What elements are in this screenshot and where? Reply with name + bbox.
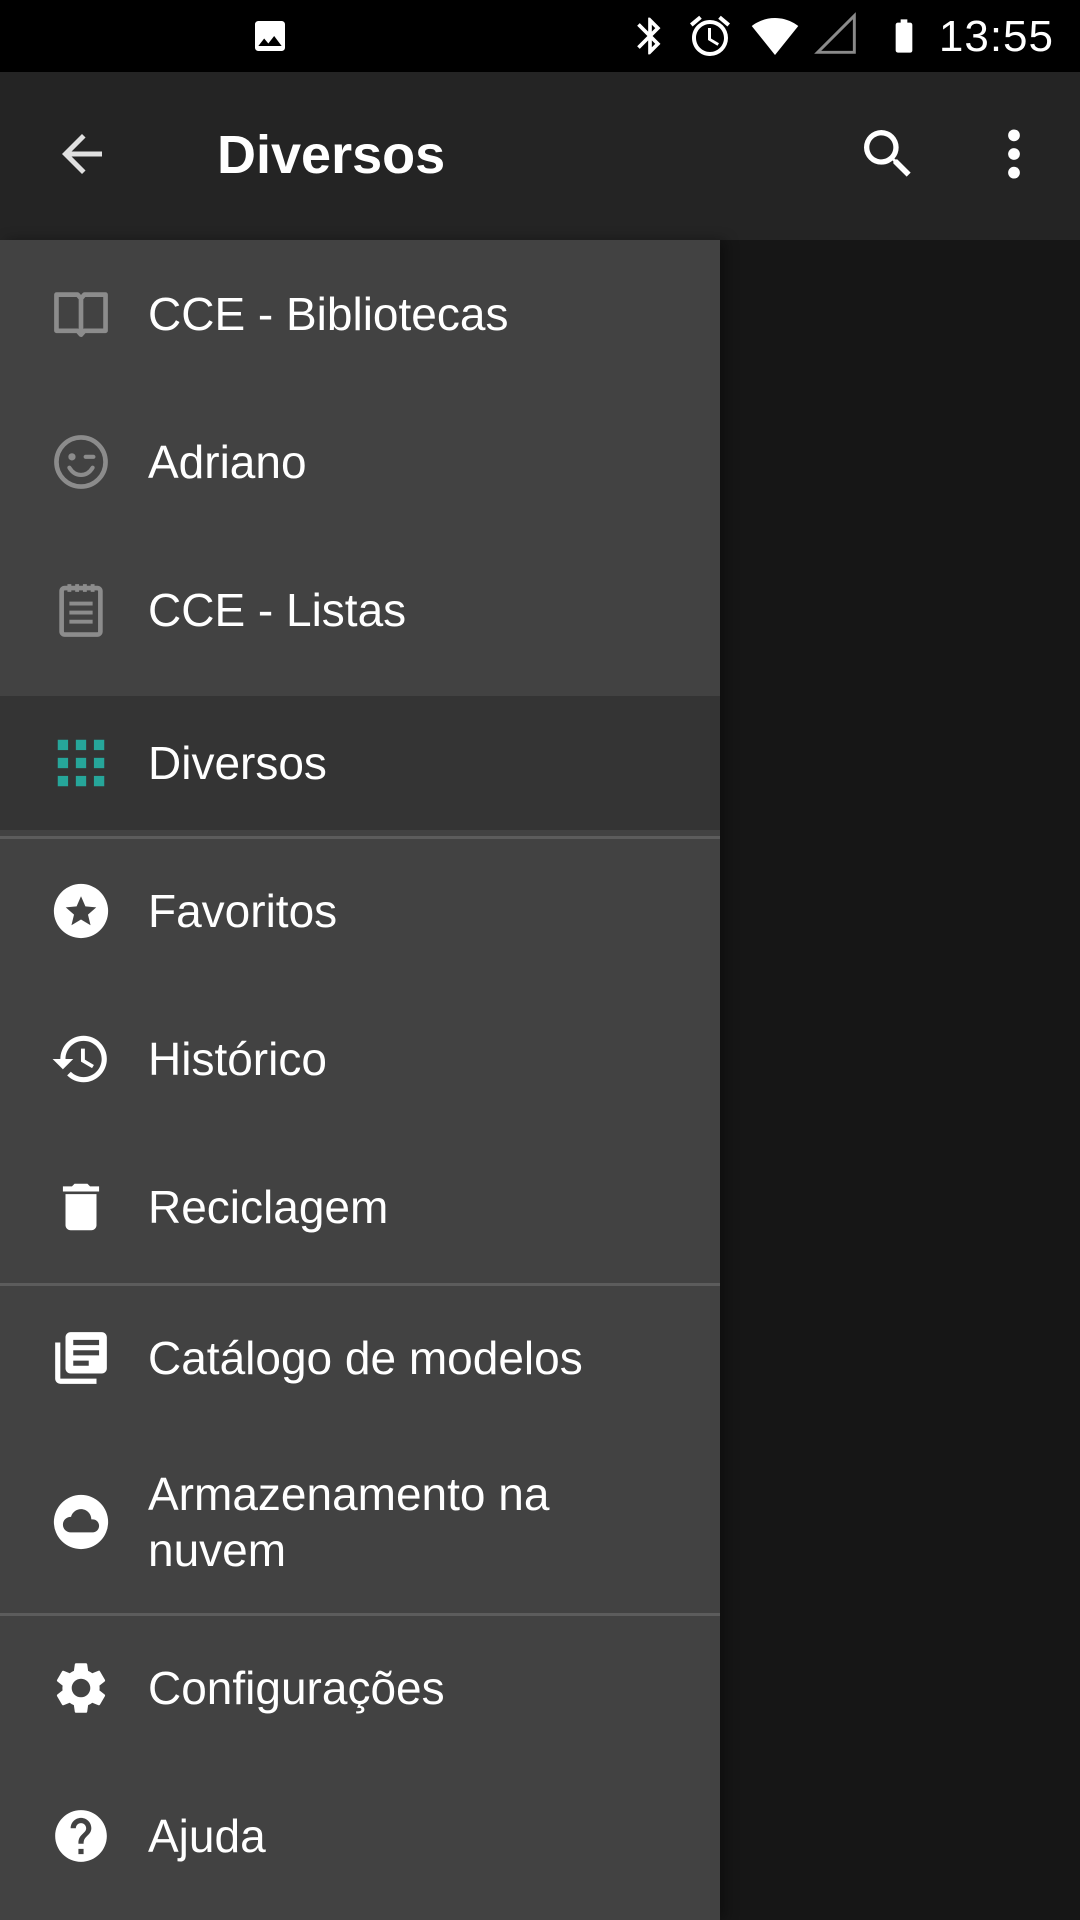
drawer-item-label: Favoritos [148, 885, 338, 937]
drawer-item-ajuda[interactable]: Ajuda [0, 1762, 720, 1910]
drawer-item-cce-bibliotecas[interactable]: CCE - Bibliotecas [0, 240, 720, 388]
bluetooth-icon [637, 17, 661, 55]
library-books-icon [55, 1332, 107, 1384]
status-time: 13:55 [938, 12, 1054, 61]
drawer-item-historico[interactable]: Histórico [0, 985, 720, 1133]
navigation-drawer: CCE - Bibliotecas Adriano CCE - Listas D… [0, 240, 720, 1920]
drawer-item-diversos[interactable]: Diversos [0, 696, 720, 830]
help-circle-icon [55, 1810, 107, 1862]
status-bar: 13:55 [0, 0, 1080, 72]
drawer-item-armazenamento-na-nuvem[interactable]: Armazenamento na nuvem [0, 1432, 720, 1612]
drawer-item-favoritos[interactable]: Favoritos [0, 837, 720, 985]
drawer-item-catalogo-de-modelos[interactable]: Catálogo de modelos [0, 1284, 720, 1432]
drawer-item-reciclagem[interactable]: Reciclagem [0, 1133, 720, 1281]
image-icon [255, 21, 285, 51]
drawer-item-label: Catálogo de modelos [148, 1332, 583, 1384]
battery-icon [895, 19, 913, 53]
grid-apps-icon [57, 739, 105, 787]
signal-icon [814, 12, 856, 54]
cloud-circle-icon [53, 1494, 109, 1550]
history-icon [52, 1035, 107, 1083]
trash-icon [62, 1183, 100, 1231]
smiley-wink-icon [54, 435, 108, 489]
search-icon[interactable] [856, 122, 920, 186]
back-arrow-icon[interactable] [52, 124, 112, 184]
drawer-item-cce-listas[interactable]: CCE - Listas [0, 536, 720, 684]
book-open-icon [54, 292, 108, 337]
app-bar: Diversos [0, 72, 1080, 240]
drawer-scrim[interactable] [720, 240, 1080, 1920]
drawer-item-label: Histórico [148, 1033, 327, 1085]
drawer-item-label: Armazenamento na nuvem [148, 1468, 550, 1576]
gear-icon [56, 1663, 106, 1713]
drawer-item-label: Ajuda [148, 1810, 266, 1862]
notepad-icon [59, 584, 103, 637]
wifi-icon [751, 18, 799, 55]
drawer-item-label: Diversos [148, 737, 327, 789]
drawer-item-label: CCE - Listas [148, 584, 407, 636]
drawer-item-label: Configurações [148, 1662, 445, 1714]
drawer-item-adriano[interactable]: Adriano [0, 388, 720, 536]
page-title: Diversos [217, 125, 446, 185]
drawer-item-label: Adriano [148, 436, 307, 488]
drawer-item-label: CCE - Bibliotecas [148, 288, 509, 340]
alarm-icon [690, 15, 730, 56]
more-vert-icon[interactable] [994, 122, 1034, 186]
drawer-item-configuracoes[interactable]: Configurações [0, 1614, 720, 1762]
drawer-item-label: Reciclagem [148, 1181, 389, 1233]
star-circle-icon [53, 883, 109, 939]
